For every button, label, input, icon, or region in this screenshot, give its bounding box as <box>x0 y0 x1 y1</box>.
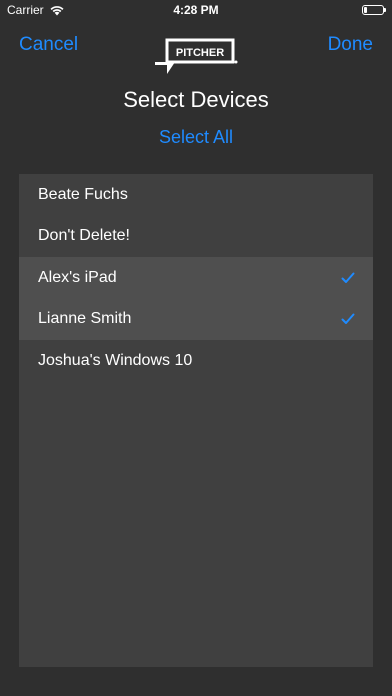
battery-icon <box>362 5 386 15</box>
checkmark-icon <box>341 272 355 283</box>
device-name: Lianne Smith <box>38 310 132 328</box>
device-row-beate-fuchs[interactable]: Beate Fuchs <box>19 174 373 216</box>
device-name: Beate Fuchs <box>38 185 128 203</box>
status-bar: Carrier 4:28 PM <box>0 0 392 22</box>
device-name: Don't Delete! <box>38 227 130 245</box>
status-time: 4:28 PM <box>173 3 219 17</box>
device-list: Beate Fuchs Don't Delete! Alex's iPad Li… <box>19 174 373 667</box>
device-row-joshuas-windows-10[interactable]: Joshua's Windows 10 <box>19 340 373 382</box>
done-button[interactable]: Done <box>328 34 373 56</box>
checkmark-icon <box>341 313 355 325</box>
device-row-dont-delete[interactable]: Don't Delete! <box>19 216 373 258</box>
page-title: Select Devices <box>123 87 269 112</box>
pitcher-logo: PITCHER <box>155 38 238 74</box>
logo-text: PITCHER <box>176 47 224 59</box>
device-row-alexs-ipad[interactable]: Alex's iPad <box>19 257 373 299</box>
cancel-button[interactable]: Cancel <box>19 34 78 56</box>
device-row-lianne-smith[interactable]: Lianne Smith <box>19 298 373 340</box>
device-name: Joshua's Windows 10 <box>38 351 193 369</box>
screen: Carrier 4:28 PM Cancel PITCHER Done Sele… <box>0 0 392 696</box>
select-all-button[interactable]: Select All <box>0 127 392 148</box>
device-name: Alex's iPad <box>38 268 117 286</box>
